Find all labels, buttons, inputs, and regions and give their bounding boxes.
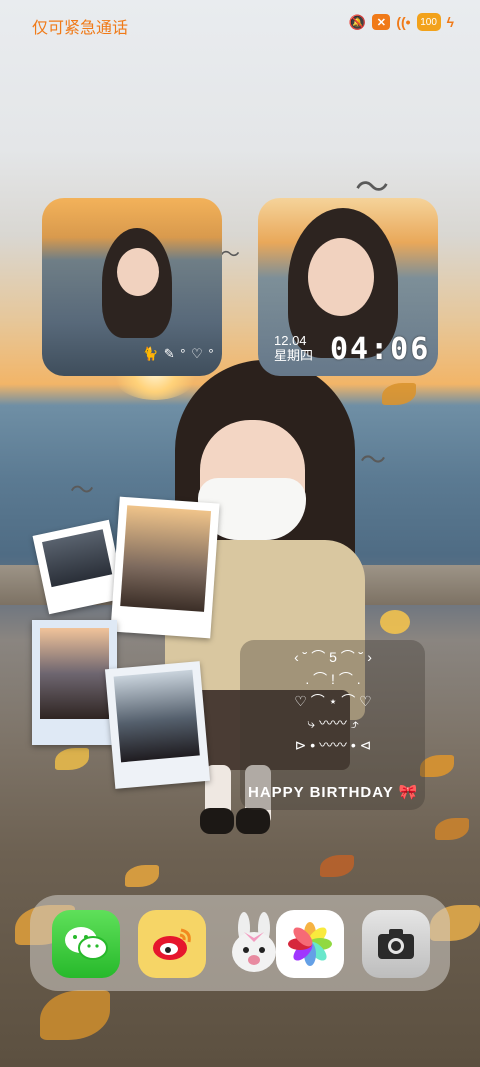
polaroid-photo — [32, 620, 117, 745]
photo-widget[interactable]: 🐈 ✎ ° ♡ ° — [42, 198, 222, 376]
birthday-label: HAPPY BIRTHDAY — [248, 784, 394, 801]
photos-icon — [288, 922, 332, 966]
no-sim-icon: ✕ — [372, 14, 391, 30]
polaroid-image — [40, 628, 109, 719]
leaf-icon — [420, 755, 454, 777]
photo-face — [117, 248, 159, 296]
charging-icon: ϟ — [446, 14, 454, 30]
girl-shoe — [200, 808, 234, 834]
carrier-label: 仅可紧急通话 — [32, 20, 129, 37]
status-bar: 仅可紧急通话 🔕 ✕ ((• 100 ϟ — [0, 0, 480, 48]
wechat-app[interactable] — [52, 910, 120, 978]
wechat-icon — [65, 927, 108, 960]
seagull-icon: 〜 — [360, 445, 387, 475]
clock-widget[interactable]: 12.04 星期四 04:06 — [258, 198, 438, 376]
weekday-value: 星期四 — [274, 348, 314, 363]
bunny-sticker-icon — [232, 912, 276, 972]
leaf-icon — [125, 865, 159, 887]
app-dock — [30, 895, 450, 991]
status-icons: 🔕 ✕ ((• 100 ϟ — [349, 13, 454, 31]
polaroid-image — [42, 529, 113, 588]
battery-icon: 100 — [416, 13, 441, 31]
birthday-kaomoji-art: ‹ ˘ ⌒ 5 ⌒ ˘ › . ⌒ ! ⌒ . ♡ ⌒ ⋆ ⌒ ♡ ⤷ 〰〰 ⤴… — [294, 649, 372, 753]
polaroid-photo — [32, 519, 126, 615]
leaf-icon — [382, 383, 416, 405]
girl-shoe — [236, 808, 270, 834]
photo-face — [308, 238, 374, 316]
weibo-app[interactable] — [138, 910, 206, 978]
leaf-icon — [435, 818, 469, 840]
seagull-icon: 〜 — [70, 477, 94, 504]
photo-deco-text: 🐈 ✎ ° ♡ ° — [142, 346, 215, 361]
polaroid-photo — [110, 496, 220, 639]
camera-icon — [378, 929, 414, 959]
leaf-icon — [40, 990, 110, 1040]
polaroid-image — [120, 505, 212, 612]
clock-date: 12.04 星期四 — [274, 333, 313, 363]
camera-app[interactable] — [362, 910, 430, 978]
leaf-icon — [55, 748, 89, 770]
ribbon-icon: 🎀 — [398, 784, 419, 801]
birthday-text: HAPPY BIRTHDAY 🎀 — [248, 783, 418, 801]
birthday-widget[interactable]: ‹ ˘ ⌒ 5 ⌒ ˘ › . ⌒ ! ⌒ . ♡ ⌒ ⋆ ⌒ ♡ ⤷ 〰〰 ⤴… — [240, 640, 425, 810]
photos-app[interactable] — [276, 910, 344, 978]
seagull-icon: 〜 — [220, 244, 240, 266]
polaroid-photo — [104, 661, 211, 789]
wifi-icon: ((• — [396, 14, 411, 30]
polaroid-image — [113, 669, 200, 763]
candle-icon — [380, 610, 410, 634]
date-value: 12.04 — [274, 333, 307, 348]
mute-icon: 🔕 — [348, 13, 367, 30]
weibo-icon — [153, 928, 191, 960]
leaf-icon — [320, 855, 354, 877]
clock-time: 04:06 — [330, 332, 431, 367]
